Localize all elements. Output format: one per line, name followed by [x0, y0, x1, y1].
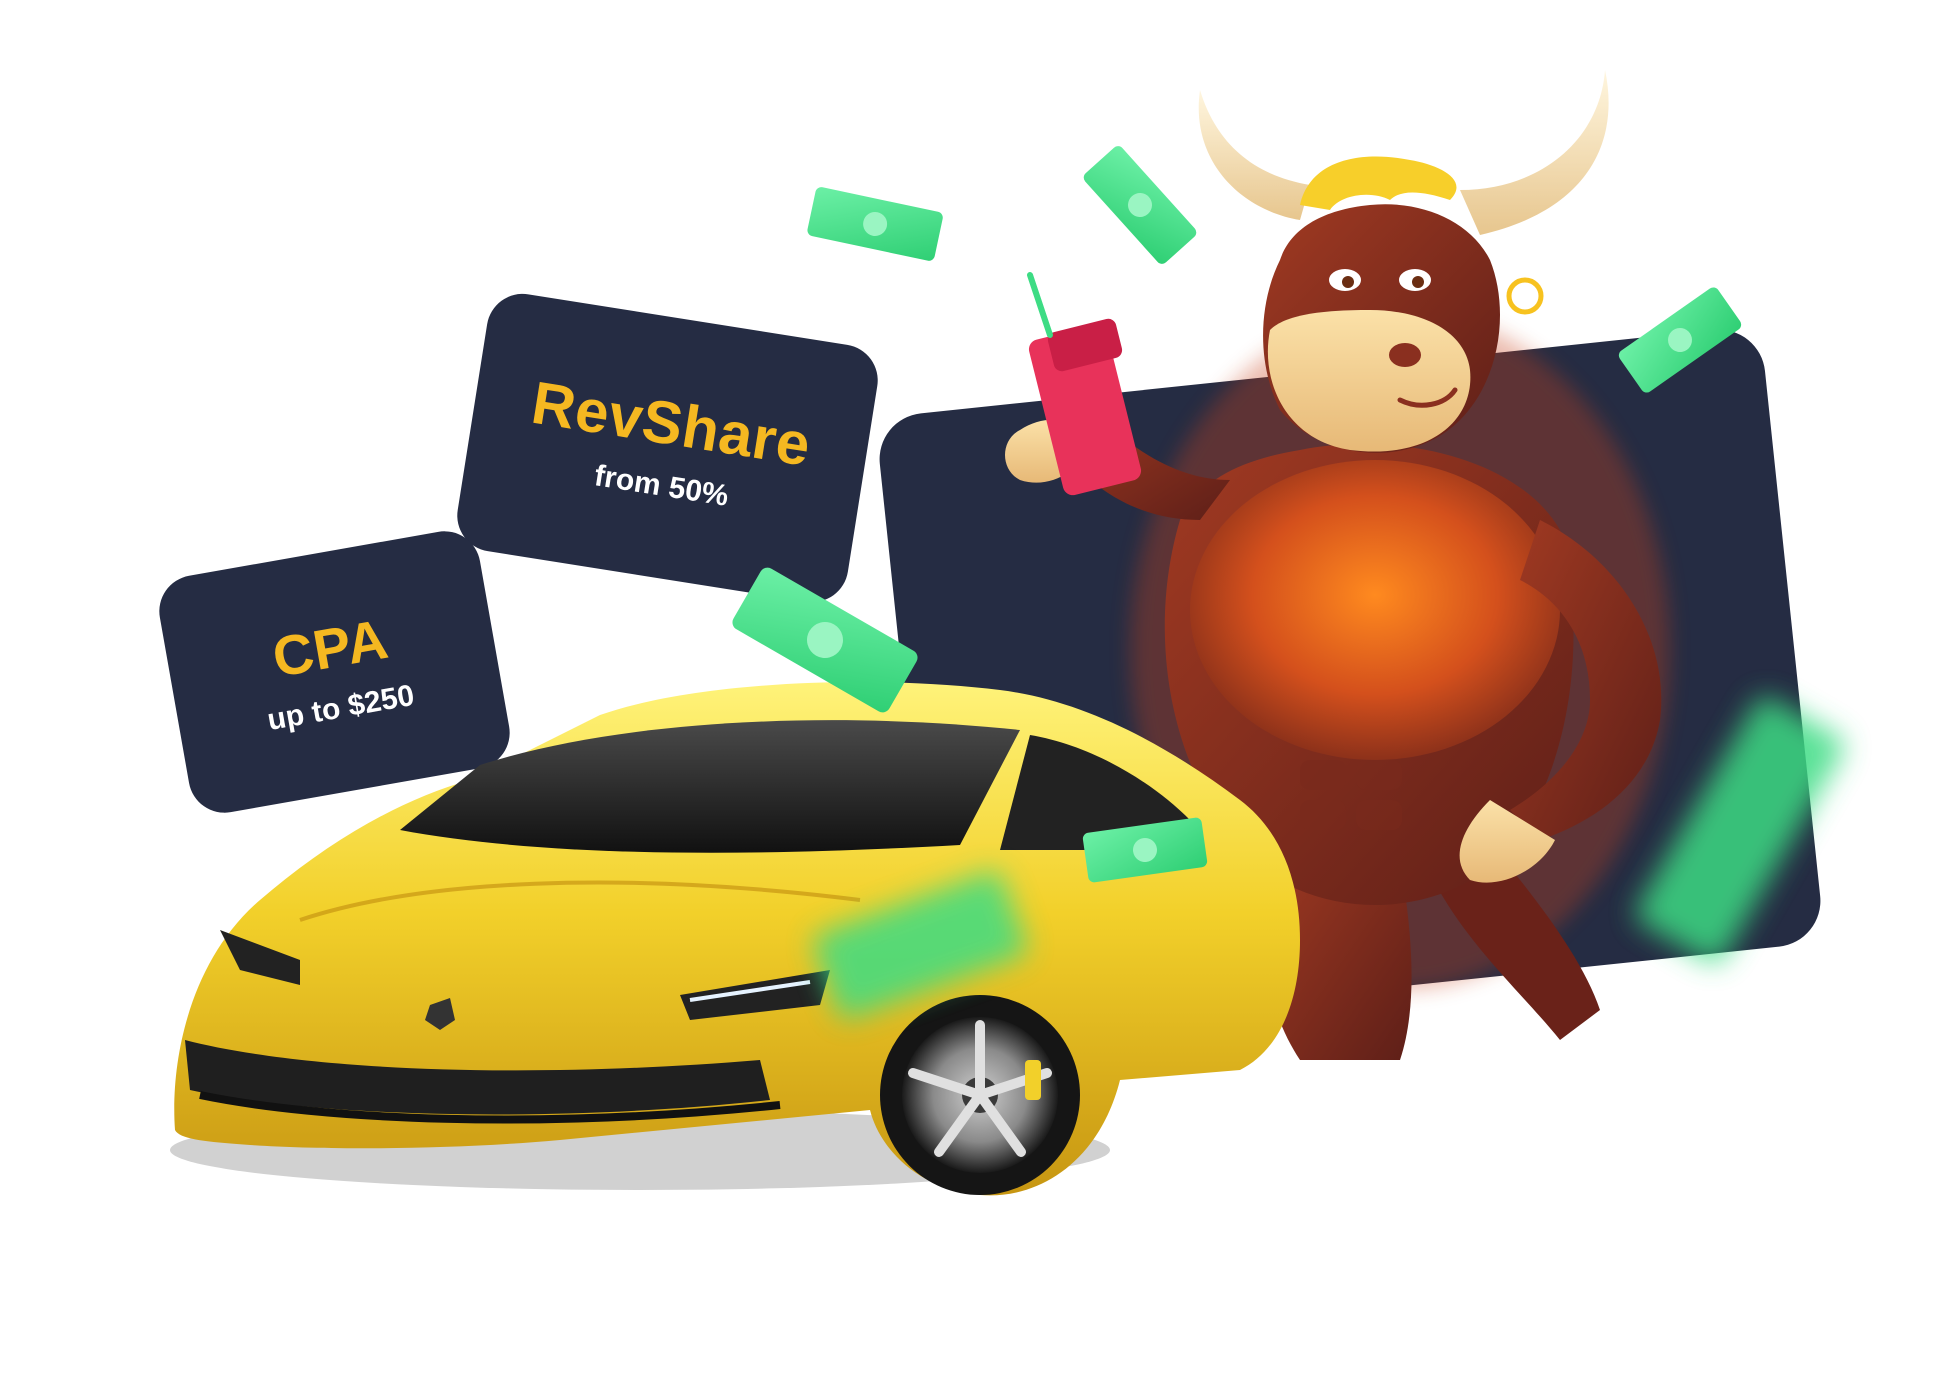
banknote-icon	[1618, 287, 1742, 393]
car-wheel-icon	[880, 995, 1080, 1195]
yellow-sports-car	[170, 682, 1300, 1196]
illustration-art	[170, 70, 1844, 1196]
banknote-icon	[807, 187, 943, 261]
promo-banner: RevShare from 50% CPA up to $250	[0, 0, 1940, 1394]
earring-icon	[1506, 277, 1544, 315]
banknote-icon	[1083, 146, 1197, 264]
